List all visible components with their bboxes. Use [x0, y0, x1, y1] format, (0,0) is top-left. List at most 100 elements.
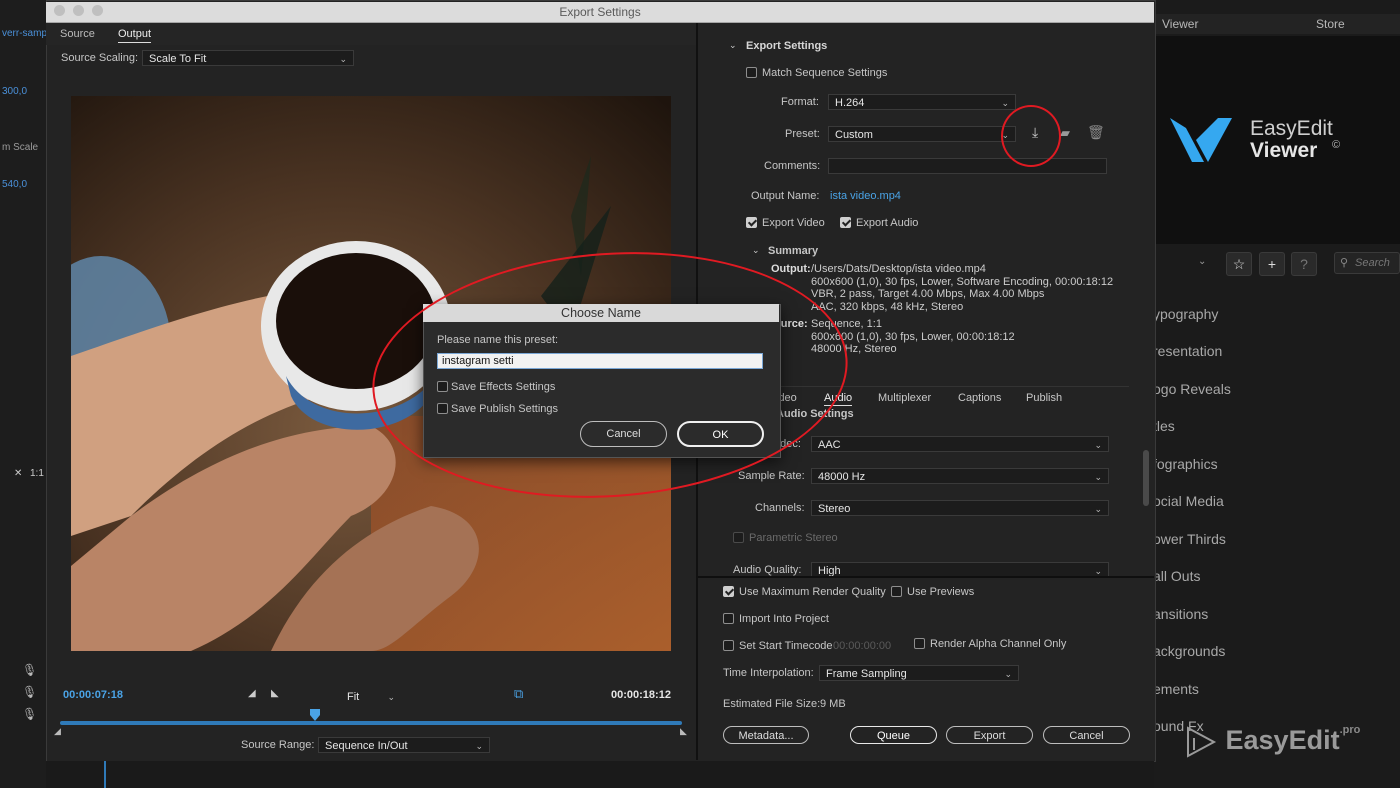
easyedit-logo-area: EasyEdit Viewer ©	[1150, 36, 1400, 244]
search-input[interactable]: ⚲ Search	[1334, 252, 1400, 274]
preset-value: Custom	[835, 129, 873, 141]
tab-output[interactable]: Output	[118, 28, 152, 43]
timeline-track[interactable]	[60, 721, 682, 725]
category-item[interactable]: resentation	[1153, 343, 1222, 359]
category-item[interactable]: fographics	[1153, 456, 1218, 472]
start-timecode-checkbox[interactable]	[723, 640, 734, 651]
cancel-button[interactable]: Cancel	[1043, 726, 1130, 744]
aspect-ratio-icon[interactable]: ⧉	[514, 686, 523, 702]
easyedit-logo-icon	[1170, 118, 1232, 162]
summary-output-line: /Users/Dats/Desktop/ista video.mp4	[811, 263, 986, 275]
format-label: Format:	[781, 96, 819, 108]
preset-label: Preset:	[785, 128, 820, 140]
channels-select[interactable]: Stereo ⌄	[811, 500, 1109, 516]
summary-chevron-icon[interactable]: ⌄	[752, 245, 760, 256]
import-preset-icon[interactable]: ▰	[1060, 125, 1070, 141]
mic-icon[interactable]: 🎙	[22, 663, 37, 677]
right-panel-tabs: Viewer Store	[1150, 14, 1400, 34]
chevron-down-icon: ⌄	[387, 692, 395, 702]
source-range-select[interactable]: Sequence In/Out ⌄	[318, 737, 490, 753]
bg-scale-label: m Scale	[2, 142, 39, 153]
tab-source[interactable]: Source	[60, 28, 95, 40]
current-timecode[interactable]: 00:00:07:18	[63, 689, 123, 701]
codec-select[interactable]: AAC ⌄	[811, 436, 1109, 452]
left-pane-tabs: Source Output	[46, 23, 696, 45]
bottom-divider	[698, 576, 1154, 578]
watermark-suffix: .pro	[1339, 724, 1361, 736]
category-item[interactable]: ansitions	[1153, 606, 1208, 622]
mark-in-icon[interactable]: ◢	[248, 688, 256, 699]
category-item[interactable]: tles	[1153, 418, 1175, 434]
source-scaling-select[interactable]: Scale To Fit ⌄	[142, 50, 354, 66]
category-item[interactable]: ogo Reveals	[1153, 381, 1231, 397]
mic-icon[interactable]: 🎙	[22, 685, 37, 699]
sample-rate-select[interactable]: 48000 Hz ⌄	[811, 468, 1109, 484]
category-item[interactable]: ocial Media	[1153, 493, 1224, 509]
alpha-only-checkbox[interactable]	[914, 638, 925, 649]
playhead[interactable]	[309, 708, 321, 722]
metadata-button[interactable]: Metadata...	[723, 726, 809, 744]
category-item[interactable]: ackgrounds	[1153, 643, 1225, 659]
dropdown-chevron-icon[interactable]: ⌄	[1198, 256, 1206, 267]
export-settings-heading: Export Settings	[746, 40, 828, 52]
export-video-checkbox[interactable]	[746, 217, 757, 228]
category-item[interactable]: ements	[1153, 681, 1199, 697]
chevron-down-icon: ⌄	[1094, 440, 1102, 450]
codec-value: AAC	[818, 439, 841, 451]
tab-store[interactable]: Store	[1316, 17, 1345, 31]
start-timecode-label: Set Start Timecode	[739, 640, 833, 652]
export-button[interactable]: Export	[946, 726, 1033, 744]
file-size-label: Estimated File Size:	[723, 698, 821, 710]
watermark-text: EasyEdit	[1225, 725, 1340, 756]
tab-multiplexer[interactable]: Multiplexer	[878, 392, 931, 404]
parametric-stereo-label: Parametric Stereo	[749, 532, 838, 544]
watermark-play-icon	[1187, 726, 1217, 758]
category-item[interactable]: ypography	[1153, 306, 1218, 322]
collapse-chevron-icon[interactable]: ⌄	[729, 40, 737, 51]
comments-input[interactable]	[828, 158, 1107, 174]
tab-publish[interactable]: Publish	[1026, 392, 1062, 404]
add-icon[interactable]: +	[1259, 252, 1285, 276]
bg-anchor-value: 540,0	[2, 179, 28, 190]
summary-output-line: VBR, 2 pass, Target 4.00 Mbps, Max 4.00 …	[811, 288, 1045, 300]
delete-preset-icon[interactable]: 🗑	[1087, 124, 1105, 141]
time-interp-label: Time Interpolation:	[723, 667, 814, 679]
chevron-down-icon: ⌄	[1094, 472, 1102, 482]
max-render-checkbox[interactable]	[723, 586, 734, 597]
summary-heading: Summary	[768, 245, 819, 257]
category-item[interactable]: ower Thirds	[1153, 531, 1226, 547]
match-sequence-checkbox[interactable]	[746, 67, 757, 78]
bg-close-icon[interactable]: ✕	[14, 468, 22, 479]
max-render-label: Use Maximum Render Quality	[739, 586, 886, 598]
chevron-down-icon: ⌄	[475, 741, 483, 751]
zoom-fit-select[interactable]: Fit ⌄	[340, 688, 402, 704]
category-item[interactable]: all Outs	[1153, 568, 1200, 584]
star-icon[interactable]: ☆	[1226, 252, 1252, 276]
tab-captions[interactable]: Captions	[958, 392, 1001, 404]
time-interp-select[interactable]: Frame Sampling ⌄	[819, 665, 1019, 681]
right-toolbar: ⌄ ☆ + ? ⚲ Search	[1150, 250, 1400, 278]
output-name-link[interactable]: ista video.mp4	[830, 190, 901, 202]
parametric-stereo-checkbox[interactable]	[733, 532, 744, 543]
export-audio-checkbox[interactable]	[840, 217, 851, 228]
channels-label: Channels:	[755, 502, 805, 514]
import-project-checkbox[interactable]	[723, 613, 734, 624]
comments-label: Comments:	[764, 160, 821, 172]
bg-sequence-name: verr-samp	[2, 28, 48, 39]
mark-out-icon[interactable]: ◣	[271, 688, 279, 699]
zoom-fit-value: Fit	[347, 691, 360, 703]
preset-select[interactable]: Custom ⌄	[828, 126, 1016, 142]
settings-scrollbar[interactable]	[1143, 450, 1149, 506]
range-end-icon[interactable]: ◣	[680, 726, 687, 737]
queue-button[interactable]: Queue	[850, 726, 937, 744]
format-select[interactable]: H.264 ⌄	[828, 94, 1016, 110]
tab-viewer[interactable]: Viewer	[1162, 17, 1198, 31]
start-timecode-value[interactable]: 00:00:00:00	[833, 640, 891, 652]
help-icon[interactable]: ?	[1291, 252, 1317, 276]
source-range-value: Sequence In/Out	[325, 740, 408, 752]
dialog-titlebar: Export Settings	[46, 2, 1154, 23]
range-start-icon[interactable]: ◢	[54, 726, 61, 737]
use-previews-checkbox[interactable]	[891, 586, 902, 597]
bg-ratio: 1:1	[30, 468, 44, 479]
mic-icon[interactable]: 🎙	[22, 707, 37, 721]
